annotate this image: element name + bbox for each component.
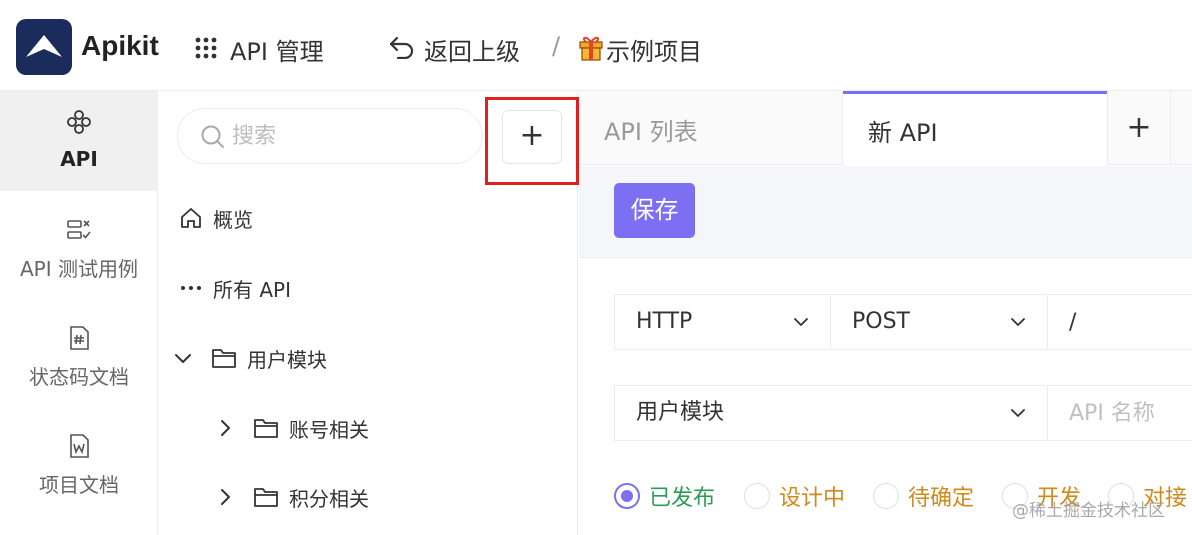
chevron-down-icon bbox=[794, 318, 808, 326]
search-icon bbox=[201, 125, 224, 148]
status-radio-pending[interactable]: 待确定 bbox=[873, 482, 975, 511]
status-label: 设计中 bbox=[779, 486, 846, 511]
breadcrumb-separator: / bbox=[552, 32, 561, 60]
add-api-button[interactable]: + bbox=[502, 110, 562, 164]
method-select[interactable]: POST bbox=[830, 294, 1048, 350]
tree-item-user-module[interactable]: 用户模块 bbox=[173, 338, 327, 378]
chevron-down-icon bbox=[1011, 318, 1025, 326]
group-value: 用户模块 bbox=[636, 400, 725, 425]
path-input[interactable] bbox=[1048, 295, 1168, 349]
api-tree-sidebar: + 概览 所有 API 用户模块 账号相关 bbox=[159, 91, 579, 535]
api-name-field[interactable] bbox=[1047, 385, 1192, 441]
rail-item-project-doc[interactable]: 项目文档 bbox=[0, 415, 158, 515]
method-value: POST bbox=[852, 309, 910, 334]
home-icon bbox=[181, 208, 201, 228]
more-icon bbox=[181, 286, 201, 290]
rail-item-api-test-cases[interactable]: API 测试用例 bbox=[0, 199, 158, 299]
rail-item-label: 状态码文档 bbox=[29, 365, 129, 389]
rail-item-api[interactable]: API bbox=[0, 91, 158, 191]
back-button[interactable]: 返回上级 bbox=[424, 32, 520, 67]
add-tab-button[interactable]: + bbox=[1107, 91, 1171, 165]
tree-item-account[interactable]: 账号相关 bbox=[215, 408, 369, 448]
tree-item-label: 概览 bbox=[213, 207, 253, 232]
radio-dot bbox=[873, 483, 899, 509]
editor-toolbar: 保存 bbox=[579, 166, 1192, 258]
radio-dot bbox=[744, 483, 770, 509]
protocol-value: HTTP bbox=[636, 309, 693, 334]
status-label: 待确定 bbox=[908, 486, 975, 511]
rail-item-label: API bbox=[60, 147, 98, 171]
tree-item-label: 积分相关 bbox=[289, 486, 369, 511]
api-name-input[interactable] bbox=[1048, 386, 1188, 440]
api-icon bbox=[67, 110, 91, 134]
back-arrow-icon[interactable] bbox=[388, 35, 416, 59]
tree-item-label: 账号相关 bbox=[289, 417, 369, 442]
apikit-logo[interactable] bbox=[16, 19, 72, 75]
folder-icon bbox=[212, 349, 236, 368]
watermark: @稀土掘金技术社区 bbox=[1012, 501, 1165, 521]
chevron-down-icon bbox=[1011, 409, 1025, 417]
tree-item-label: 用户模块 bbox=[247, 347, 327, 372]
group-select[interactable]: 用户模块 bbox=[614, 385, 1048, 441]
status-radio-published[interactable]: 已发布 bbox=[614, 482, 716, 511]
search-box[interactable] bbox=[177, 108, 483, 164]
left-nav-rail: API API 测试用例 状态码文档 项目文档 bbox=[0, 91, 158, 535]
tab-bar: API 列表 新 API + bbox=[579, 91, 1192, 166]
main-panel: API 列表 新 API + 保存 HTTP POST 用户模块 已发布 设计中 bbox=[579, 91, 1192, 535]
tree-item-overview[interactable]: 概览 bbox=[179, 198, 253, 238]
rail-item-label: API 测试用例 bbox=[20, 257, 138, 281]
project-doc-icon bbox=[70, 434, 89, 458]
status-radio-designing[interactable]: 设计中 bbox=[744, 482, 846, 511]
chevron-right-icon[interactable] bbox=[215, 418, 235, 438]
search-input[interactable] bbox=[232, 119, 472, 153]
radio-dot bbox=[614, 483, 640, 509]
app-grid-icon[interactable] bbox=[195, 37, 217, 59]
test-case-icon bbox=[67, 220, 91, 239]
tree-item-points[interactable]: 积分相关 bbox=[215, 477, 369, 517]
tab-new-api[interactable]: 新 API bbox=[843, 91, 1107, 166]
api-manage-menu[interactable]: API 管理 bbox=[230, 32, 324, 67]
chevron-right-icon[interactable] bbox=[215, 487, 235, 507]
save-button[interactable]: 保存 bbox=[614, 183, 695, 238]
app-name: Apikit bbox=[81, 30, 159, 61]
logo-mountain-icon bbox=[26, 35, 62, 57]
tree-item-label: 所有 API bbox=[213, 277, 291, 302]
folder-icon bbox=[254, 488, 278, 507]
gift-icon bbox=[579, 36, 603, 61]
top-header: Apikit API 管理 返回上级 / 示例项目 bbox=[0, 0, 1192, 91]
tab-api-list[interactable]: API 列表 bbox=[579, 91, 843, 165]
project-name[interactable]: 示例项目 bbox=[606, 32, 702, 67]
protocol-select[interactable]: HTTP bbox=[614, 294, 831, 350]
status-label: 已发布 bbox=[649, 486, 716, 511]
tree-item-all-api[interactable]: 所有 API bbox=[179, 268, 291, 308]
chevron-down-icon[interactable] bbox=[173, 348, 193, 368]
rail-item-label: 项目文档 bbox=[39, 473, 119, 497]
rail-item-status-code-doc[interactable]: 状态码文档 bbox=[0, 307, 158, 407]
status-code-doc-icon bbox=[70, 326, 89, 350]
path-field[interactable] bbox=[1047, 294, 1192, 350]
folder-icon bbox=[254, 419, 278, 438]
